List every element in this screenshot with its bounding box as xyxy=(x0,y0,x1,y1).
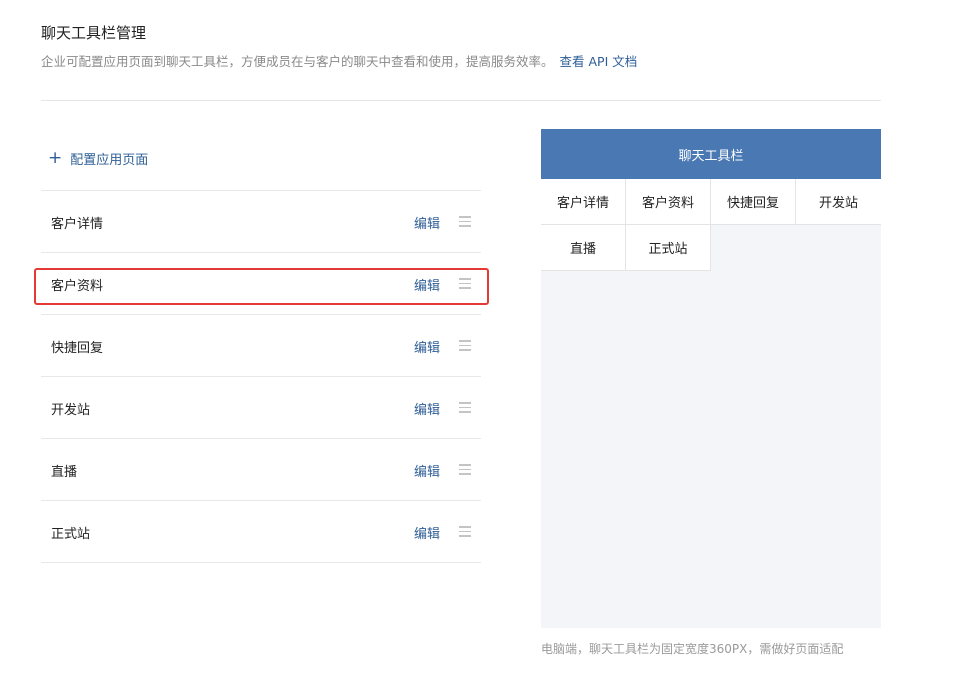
description-text: 企业可配置应用页面到聊天工具栏，方便成员在与客户的聊天中查看和使用，提高服务效率… xyxy=(41,54,554,69)
preview-tab[interactable]: 客户资料 xyxy=(626,179,711,225)
edit-button[interactable]: 编辑 xyxy=(414,399,440,418)
edit-button[interactable]: 编辑 xyxy=(414,213,440,232)
page-title: 聊天工具栏管理 xyxy=(41,24,147,42)
list-item: 快捷回复 编辑 xyxy=(41,315,481,377)
edit-button[interactable]: 编辑 xyxy=(414,275,440,294)
preview-tab[interactable]: 客户详情 xyxy=(541,179,626,225)
list-item: 正式站 编辑 xyxy=(41,501,481,563)
list-item-label: 开发站 xyxy=(51,403,91,418)
drag-handle-icon[interactable] xyxy=(459,526,471,537)
drag-handle-icon[interactable] xyxy=(459,340,471,351)
edit-button[interactable]: 编辑 xyxy=(414,461,440,480)
toolbar-preview: 聊天工具栏 客户详情 客户资料 快捷回复 开发站 直播 正式站 xyxy=(541,129,881,628)
toolbar-page-list: 客户详情 编辑 客户资料 编辑 快捷回复 编辑 开发站 编辑 直播 编辑 正式站… xyxy=(41,190,481,563)
edit-button[interactable]: 编辑 xyxy=(414,337,440,356)
drag-handle-icon[interactable] xyxy=(459,402,471,413)
add-app-page-button[interactable]: + 配置应用页面 xyxy=(48,148,149,169)
preview-tabs: 客户详情 客户资料 快捷回复 开发站 直播 正式站 xyxy=(541,179,881,271)
preview-tab[interactable]: 开发站 xyxy=(796,179,881,225)
list-item: 客户详情 编辑 xyxy=(41,191,481,253)
preview-title: 聊天工具栏 xyxy=(541,129,881,179)
list-item: 开发站 编辑 xyxy=(41,377,481,439)
list-item-label: 直播 xyxy=(51,465,78,480)
list-item: 客户资料 编辑 xyxy=(41,253,481,315)
page-description: 企业可配置应用页面到聊天工具栏，方便成员在与客户的聊天中查看和使用，提高服务效率… xyxy=(41,51,637,70)
add-app-page-label: 配置应用页面 xyxy=(70,153,149,168)
drag-handle-icon[interactable] xyxy=(459,278,471,289)
list-item: 直播 编辑 xyxy=(41,439,481,501)
api-doc-link[interactable]: 查看 API 文档 xyxy=(560,54,638,69)
drag-handle-icon[interactable] xyxy=(459,464,471,475)
list-item-label: 快捷回复 xyxy=(51,341,104,356)
edit-button[interactable]: 编辑 xyxy=(414,523,440,542)
preview-tab[interactable]: 快捷回复 xyxy=(711,179,796,225)
list-item-label: 正式站 xyxy=(51,527,91,542)
header-divider xyxy=(41,100,881,101)
preview-tab[interactable]: 正式站 xyxy=(626,225,711,271)
list-item-label: 客户详情 xyxy=(51,217,104,232)
preview-tab[interactable]: 直播 xyxy=(541,225,626,271)
plus-icon: + xyxy=(48,148,63,168)
drag-handle-icon[interactable] xyxy=(459,216,471,227)
list-item-label: 客户资料 xyxy=(51,279,104,294)
footer-note: 电脑端，聊天工具栏为固定宽度360PX，需做好页面适配 xyxy=(541,642,844,656)
